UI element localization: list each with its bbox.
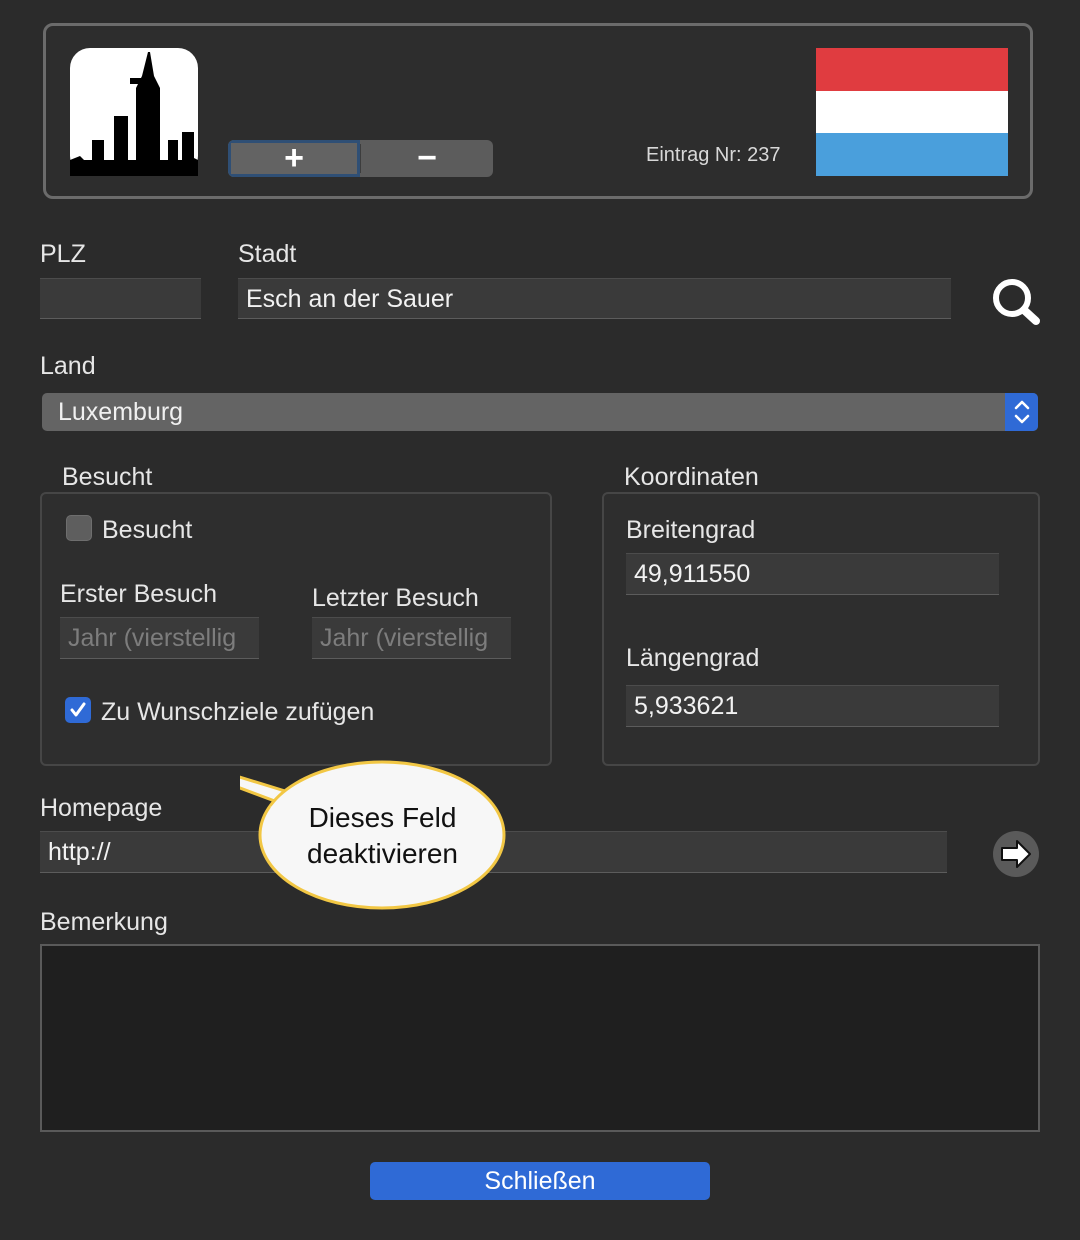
plz-input[interactable] xyxy=(40,278,201,319)
koordinaten-group-title: Koordinaten xyxy=(624,463,759,491)
flag-stripe-white xyxy=(816,90,1008,134)
stadt-input[interactable]: Esch an der Sauer xyxy=(238,278,951,319)
remove-entry-button[interactable]: − xyxy=(361,140,493,177)
stadt-label: Stadt xyxy=(238,240,297,268)
arrow-right-icon[interactable] xyxy=(991,830,1041,878)
letzter-besuch-input[interactable]: Jahr (vierstellig xyxy=(312,617,511,659)
bemerkung-label: Bemerkung xyxy=(40,908,168,936)
land-label: Land xyxy=(40,352,96,380)
wunschziele-label: Zu Wunschziele zufügen xyxy=(101,698,375,726)
add-remove-segmented-control: + − xyxy=(228,140,493,177)
city-skyline-icon xyxy=(70,48,198,176)
flag-stripe-red xyxy=(816,48,1008,91)
flag-stripe-blue xyxy=(816,133,1008,176)
callout-line-1: Dieses Feld xyxy=(308,802,457,833)
laengengrad-input[interactable]: 5,933621 xyxy=(626,685,999,727)
besucht-group-title: Besucht xyxy=(62,463,153,491)
land-select[interactable]: Luxemburg xyxy=(42,393,1038,431)
country-flag xyxy=(816,48,1008,176)
checkmark-icon xyxy=(70,702,86,717)
callout-text: Dieses Feld deaktivieren xyxy=(290,800,475,872)
entry-number-label: Eintrag Nr: 237 xyxy=(646,144,781,166)
callout-line-2: deaktivieren xyxy=(307,838,458,869)
bemerkung-textarea[interactable] xyxy=(40,944,1040,1132)
select-stepper[interactable] xyxy=(1005,393,1038,431)
breitengrad-input[interactable]: 49,911550 xyxy=(626,553,999,595)
land-select-value: Luxemburg xyxy=(58,398,184,426)
add-entry-button[interactable]: + xyxy=(228,140,360,177)
close-button[interactable]: Schließen xyxy=(370,1162,710,1200)
besucht-checkbox-label: Besucht xyxy=(102,516,193,544)
besucht-checkbox[interactable] xyxy=(66,515,92,541)
erster-besuch-label: Erster Besuch xyxy=(60,580,218,608)
chevron-up-down-icon xyxy=(1014,400,1029,424)
breitengrad-label: Breitengrad xyxy=(626,516,756,544)
letzter-besuch-label: Letzter Besuch xyxy=(312,584,479,612)
erster-besuch-input[interactable]: Jahr (vierstellig xyxy=(60,617,259,659)
plz-label: PLZ xyxy=(40,240,86,268)
wunschziele-checkbox[interactable] xyxy=(65,697,91,723)
search-icon[interactable] xyxy=(990,276,1042,326)
homepage-label: Homepage xyxy=(40,794,163,822)
laengengrad-label: Längengrad xyxy=(626,644,760,672)
